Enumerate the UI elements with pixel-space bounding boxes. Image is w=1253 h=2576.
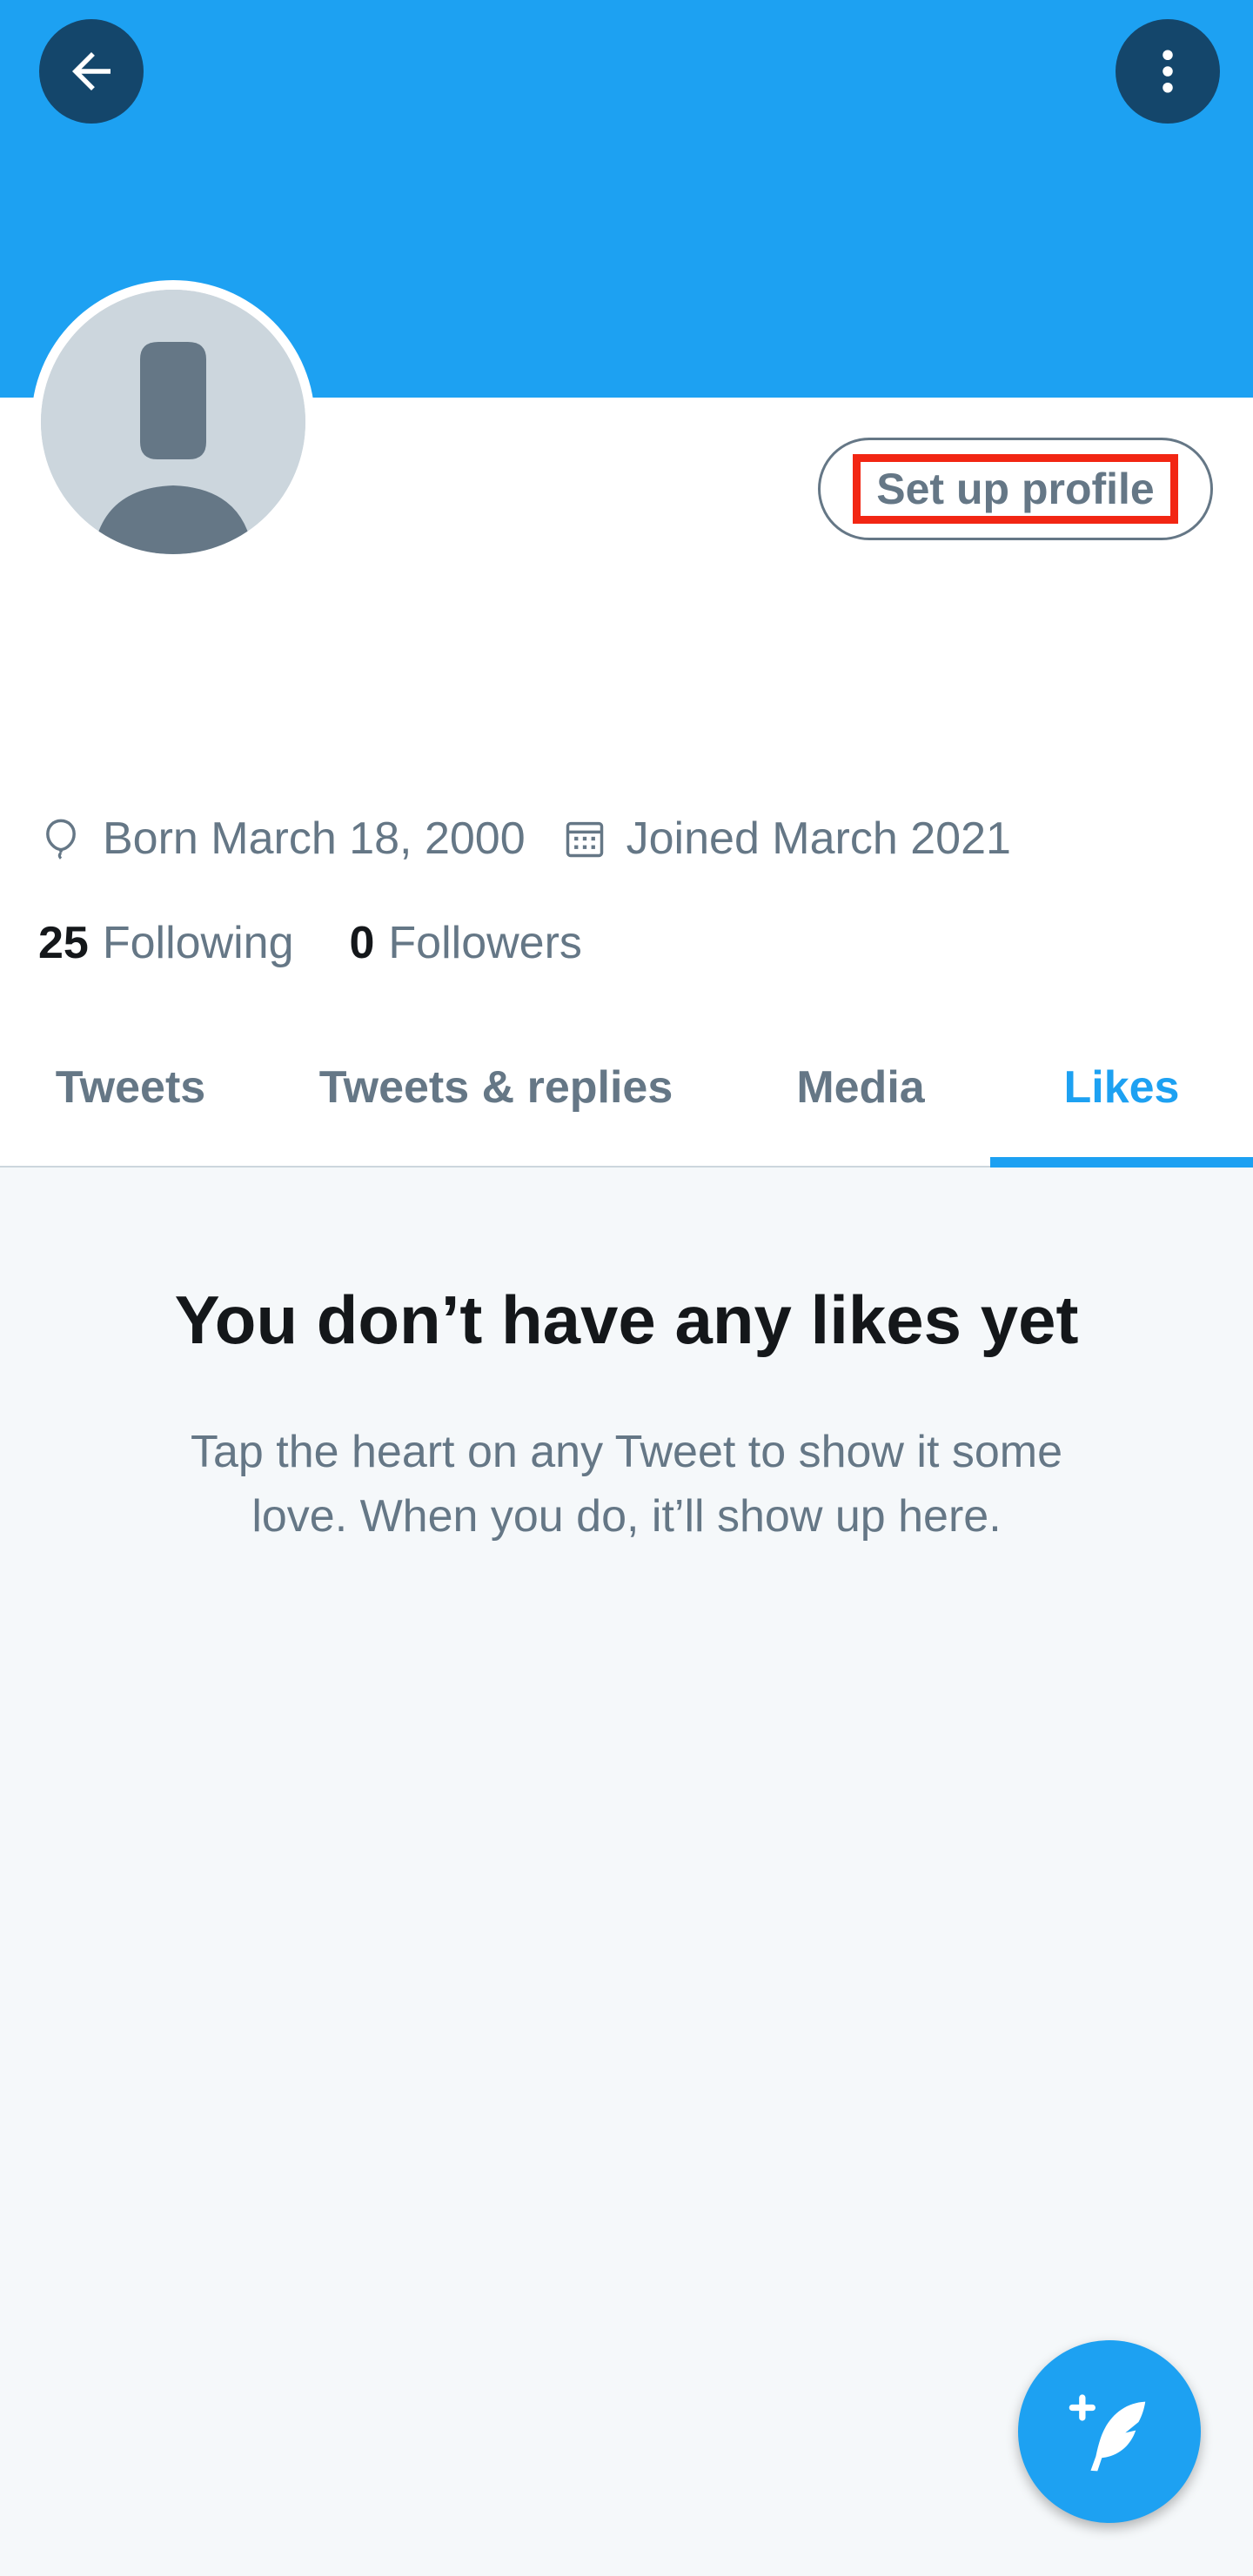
birthday-text: Born March 18, 2000 (103, 813, 526, 864)
empty-state-message: Tap the heart on any Tweet to show it so… (139, 1420, 1114, 1549)
empty-state-line-2: love. When you do, it’ll show up here. (251, 1491, 1002, 1542)
followers-count: 0 (349, 918, 375, 968)
compose-tweet-icon (1069, 2394, 1146, 2472)
profile-tabs: Tweets Tweets & replies Media Likes (0, 1009, 1253, 1168)
profile-screen: Set up profile Born March 18, 2000 Joine… (0, 0, 1253, 2576)
following-count: 25 (38, 918, 89, 968)
more-vertical-icon (1163, 50, 1173, 93)
set-up-profile-label: Set up profile (876, 465, 1155, 513)
following-label: Following (102, 918, 294, 968)
followers-label: Followers (388, 918, 582, 968)
avatar-image (41, 290, 305, 554)
tab-media[interactable]: Media (731, 1009, 990, 1166)
more-options-button[interactable] (1116, 19, 1220, 124)
profile-meta: Born March 18, 2000 Joined March 2021 (38, 807, 1011, 870)
avatar[interactable] (31, 280, 315, 564)
empty-state-line-1: Tap the heart on any Tweet to show it so… (190, 1427, 1063, 1477)
birthday-info: Born March 18, 2000 (38, 813, 526, 865)
followers-link[interactable]: 0 Followers (350, 917, 582, 969)
tab-tweets[interactable]: Tweets (0, 1009, 261, 1166)
set-up-profile-button[interactable]: Set up profile (818, 438, 1213, 540)
arrow-left-icon (72, 52, 111, 90)
tab-tweets-replies[interactable]: Tweets & replies (261, 1009, 731, 1166)
default-avatar-icon (41, 290, 305, 554)
tab-likes[interactable]: Likes (990, 1009, 1253, 1166)
following-link[interactable]: 25 Following (38, 917, 294, 969)
joined-info: Joined March 2021 (562, 813, 1011, 865)
highlight-box: Set up profile (853, 454, 1178, 524)
empty-state-title: You don’t have any likes yet (174, 1281, 1079, 1358)
compose-tweet-button[interactable] (1018, 2340, 1201, 2523)
follow-counts: 25 Following 0 Followers (38, 912, 582, 974)
calendar-icon (566, 821, 603, 858)
active-tab-indicator (990, 1157, 1253, 1168)
back-button[interactable] (39, 19, 144, 124)
joined-text: Joined March 2021 (626, 813, 1011, 864)
balloon-icon (46, 819, 76, 860)
